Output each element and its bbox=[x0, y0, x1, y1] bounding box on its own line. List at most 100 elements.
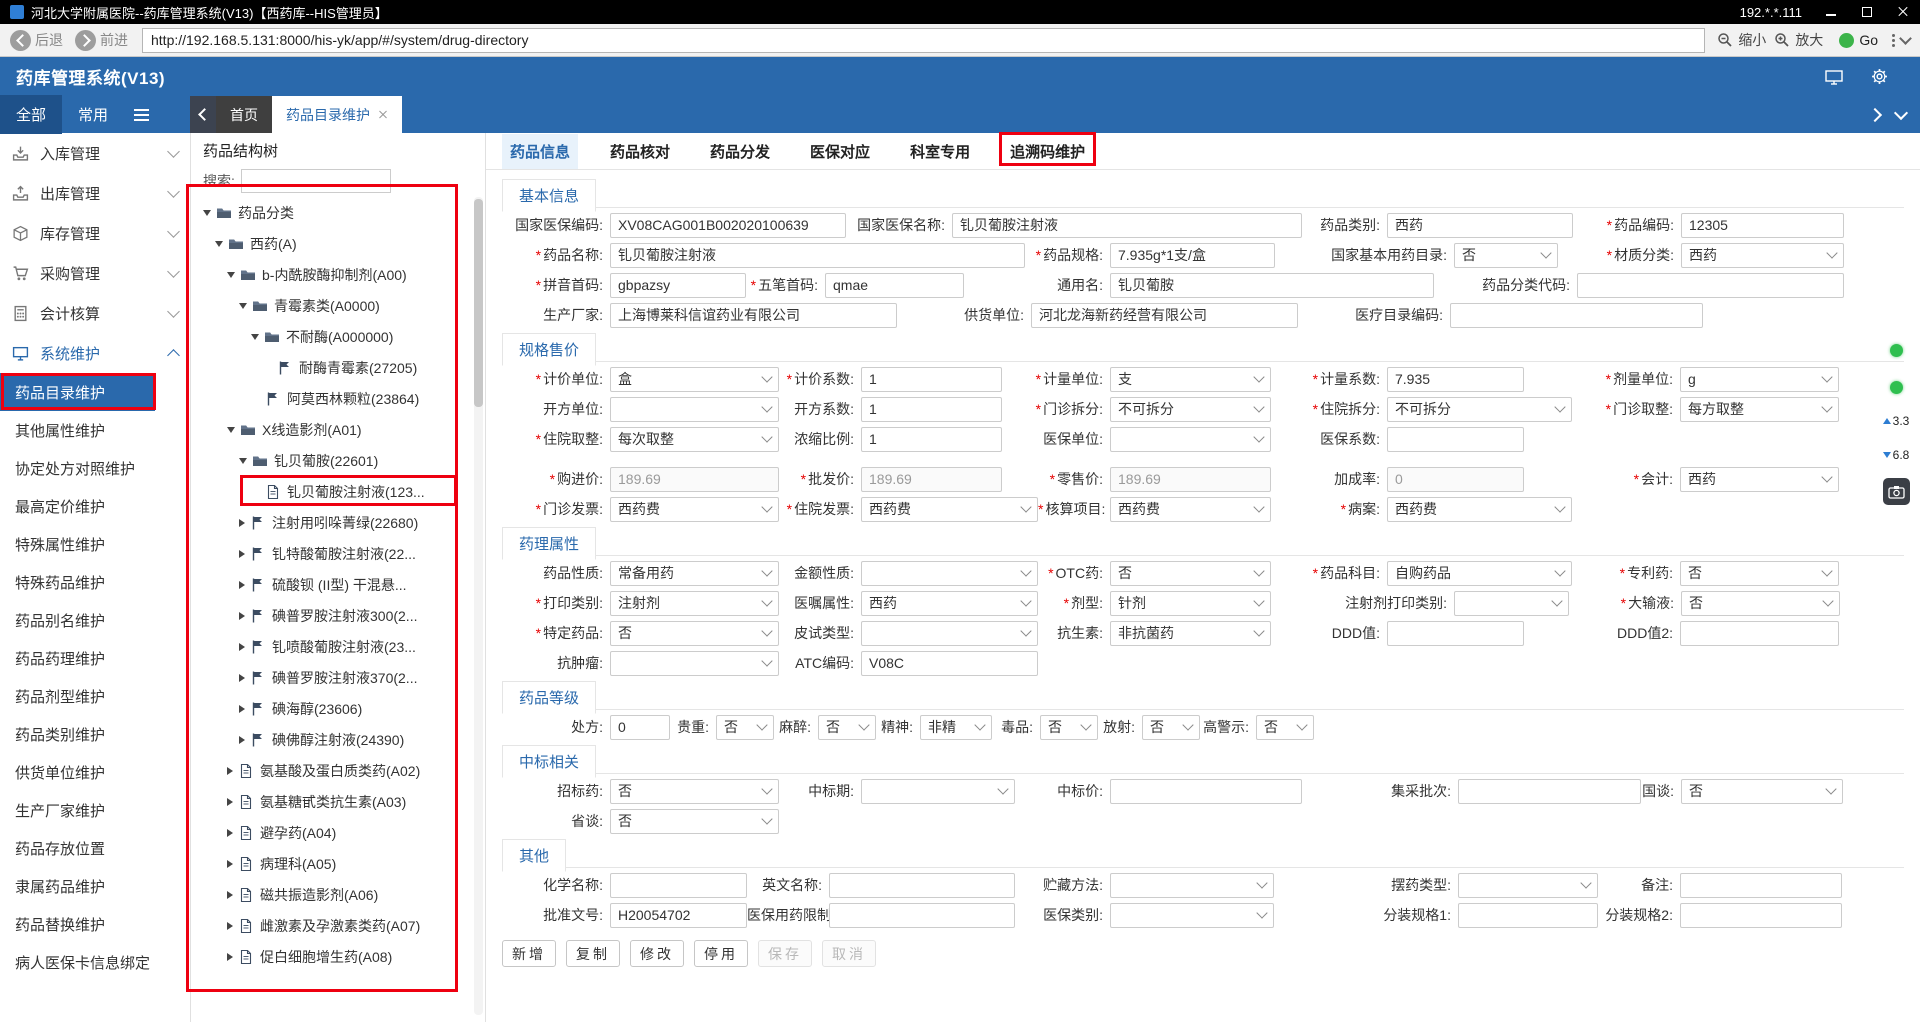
tree-node[interactable]: 雌激素及孕激素类药(A07) bbox=[191, 910, 471, 941]
field-select[interactable]: 西药 bbox=[1680, 466, 1839, 492]
sidebar-group[interactable]: 采购管理 bbox=[0, 253, 190, 293]
field-select[interactable]: 每次取整 bbox=[610, 426, 779, 452]
url-input[interactable]: http://192.168.5.131:8000/his-yk/app/#/s… bbox=[142, 27, 1706, 53]
minimize-button[interactable] bbox=[1824, 5, 1838, 19]
camera-button[interactable] bbox=[1882, 478, 1910, 505]
tab-scroll-right-icon[interactable] bbox=[1867, 107, 1883, 122]
collapse-arrow-icon[interactable] bbox=[239, 735, 245, 744]
tree-node[interactable]: 磁共振造影剂(A06) bbox=[191, 879, 471, 910]
field-select[interactable] bbox=[861, 778, 1015, 804]
field-select[interactable]: 常备用药 bbox=[610, 560, 779, 586]
sidebar-tab[interactable]: 全部 bbox=[0, 95, 63, 134]
field-select[interactable]: 否 bbox=[1142, 714, 1200, 740]
forward-label[interactable]: 前进 bbox=[100, 30, 128, 50]
sidebar-item[interactable]: 药品别名维护 bbox=[0, 601, 190, 639]
tree-node[interactable]: 促白细胞增生药(A08) bbox=[191, 941, 471, 972]
field-input[interactable]: 0 bbox=[1387, 466, 1524, 492]
field-select[interactable]: 西药 bbox=[1681, 242, 1844, 268]
collapse-arrow-icon[interactable] bbox=[227, 766, 233, 775]
close-button[interactable] bbox=[1896, 5, 1910, 19]
tree-node[interactable]: 氨基糖甙类抗生素(A03) bbox=[191, 786, 471, 817]
sidebar-item[interactable]: 药品药理维护 bbox=[0, 639, 190, 677]
chevron-down-icon[interactable] bbox=[1899, 32, 1912, 45]
main-tab-item[interactable]: 药品核对 bbox=[602, 134, 678, 169]
field-select[interactable]: 每方取整 bbox=[1680, 396, 1839, 422]
tree-node[interactable]: 西药(A) bbox=[191, 228, 471, 259]
expand-arrow-icon[interactable] bbox=[239, 457, 247, 464]
field-input[interactable]: 钆贝葡胺注射液 bbox=[610, 242, 1025, 268]
sidebar-item[interactable]: 特殊药品维护 bbox=[0, 563, 190, 601]
field-input[interactable] bbox=[610, 872, 747, 898]
tree-node[interactable]: 阿莫西林颗粒(23864) bbox=[191, 383, 471, 414]
collapse-arrow-icon[interactable] bbox=[239, 611, 245, 620]
expand-arrow-icon[interactable] bbox=[215, 240, 223, 247]
collapse-arrow-icon[interactable] bbox=[239, 518, 245, 527]
field-input[interactable] bbox=[1387, 426, 1524, 452]
field-select[interactable]: 否 bbox=[1454, 242, 1558, 268]
main-tab-item[interactable]: 医保对应 bbox=[802, 134, 878, 169]
field-select[interactable]: 否 bbox=[1040, 714, 1098, 740]
sidebar-item[interactable]: 药品目录维护 bbox=[0, 373, 155, 411]
sidebar-group[interactable]: 系统维护 bbox=[0, 333, 190, 373]
page-tab[interactable]: 首页 bbox=[216, 96, 272, 133]
sidebar-item[interactable]: 生产厂家维护 bbox=[0, 791, 190, 829]
field-select[interactable]: 盒 bbox=[610, 366, 779, 392]
sidebar-item[interactable]: 供货单位维护 bbox=[0, 753, 190, 791]
tree-node[interactable]: 不耐酶(A000000) bbox=[191, 321, 471, 352]
tree-node[interactable]: 硫酸钡 (II型) 干混悬... bbox=[191, 569, 471, 600]
tree-node[interactable]: 耐酶青霉素(27205) bbox=[191, 352, 471, 383]
field-input[interactable]: XV08CAG001B002020100639 bbox=[610, 212, 846, 238]
复制-button[interactable]: 复制 bbox=[566, 940, 620, 967]
collapse-arrow-icon[interactable] bbox=[227, 859, 233, 868]
form-section-tab[interactable]: 药品等级 bbox=[502, 681, 597, 714]
tree-node[interactable]: b-内酰胺酶抑制剂(A00) bbox=[191, 259, 471, 290]
field-select[interactable] bbox=[1458, 872, 1598, 898]
sidebar-item[interactable]: 药品类别维护 bbox=[0, 715, 190, 753]
field-select[interactable]: 否 bbox=[818, 714, 876, 740]
tree-node[interactable]: 药品分类 bbox=[191, 197, 471, 228]
field-select[interactable]: 非精 bbox=[920, 714, 992, 740]
field-input[interactable]: 钆贝葡胺 bbox=[1110, 272, 1434, 298]
collapse-arrow-icon[interactable] bbox=[227, 921, 233, 930]
field-input[interactable]: 7.935 bbox=[1387, 366, 1524, 392]
collapse-arrow-icon[interactable] bbox=[239, 580, 245, 589]
collapse-arrow-icon[interactable] bbox=[227, 890, 233, 899]
tree-node[interactable]: 避孕药(A04) bbox=[191, 817, 471, 848]
back-label[interactable]: 后退 bbox=[35, 30, 63, 50]
collapse-arrow-icon[interactable] bbox=[239, 704, 245, 713]
field-input[interactable] bbox=[1110, 778, 1302, 804]
tree-node[interactable]: 钆喷酸葡胺注射液(23... bbox=[191, 631, 471, 662]
field-input[interactable] bbox=[1458, 902, 1598, 928]
sidebar-item[interactable]: 药品存放位置 bbox=[0, 829, 190, 867]
field-select[interactable]: 否 bbox=[610, 808, 779, 834]
zoom-in-button[interactable]: 放大 bbox=[1774, 30, 1823, 50]
停用-button[interactable]: 停用 bbox=[694, 940, 748, 967]
field-input[interactable]: 0 bbox=[610, 714, 670, 740]
tab-scroll-left-button[interactable] bbox=[190, 96, 216, 133]
form-section-tab[interactable]: 药理属性 bbox=[502, 527, 597, 560]
tree-node[interactable]: 碘海醇(23606) bbox=[191, 693, 471, 724]
field-input[interactable]: 189.69 bbox=[861, 466, 1002, 492]
field-input[interactable]: 189.69 bbox=[1110, 466, 1271, 492]
field-select[interactable]: 否 bbox=[1256, 714, 1314, 740]
tab-list-icon[interactable] bbox=[1893, 105, 1909, 121]
field-select[interactable] bbox=[610, 396, 779, 422]
field-select[interactable]: 注射剂 bbox=[610, 590, 779, 616]
sidebar-item[interactable]: 药品替换维护 bbox=[0, 905, 190, 943]
expand-arrow-icon[interactable] bbox=[227, 271, 235, 278]
修改-button[interactable]: 修改 bbox=[630, 940, 684, 967]
collapse-arrow-icon[interactable] bbox=[239, 642, 245, 651]
field-input[interactable] bbox=[1458, 778, 1641, 804]
sidebar-tab[interactable]: 常用 bbox=[62, 95, 124, 134]
field-input[interactable]: 189.69 bbox=[610, 466, 779, 492]
tree-node[interactable]: 注射用吲哚菁绿(22680) bbox=[191, 507, 471, 538]
main-tab-item[interactable]: 药品分发 bbox=[702, 134, 778, 169]
go-button[interactable]: Go bbox=[1859, 32, 1878, 48]
sidebar-item[interactable]: 特殊属性维护 bbox=[0, 525, 190, 563]
field-input[interactable] bbox=[829, 902, 1015, 928]
field-input[interactable]: 12305 bbox=[1681, 212, 1844, 238]
collapse-arrow-icon[interactable] bbox=[227, 828, 233, 837]
field-input[interactable]: gbpazsy bbox=[610, 272, 746, 298]
sidebar-group[interactable]: 入库管理 bbox=[0, 133, 190, 173]
form-section-tab[interactable]: 中标相关 bbox=[502, 745, 597, 778]
